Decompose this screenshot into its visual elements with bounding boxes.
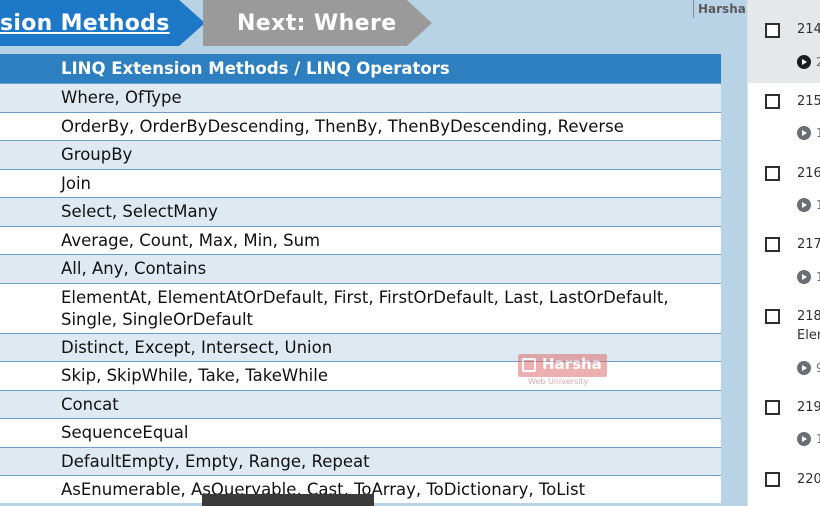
table-row: Concat xyxy=(0,389,721,418)
table-cell: All, Any, Contains xyxy=(61,259,207,279)
lecture-duration: 1 xyxy=(816,432,820,446)
table-cell: DefaultEmpty, Empty, Range, Repeat xyxy=(61,451,370,471)
next-section-chevron: Next: Where xyxy=(203,0,432,46)
play-icon xyxy=(797,432,811,446)
lecture-duration: 1 xyxy=(816,126,820,140)
lecture-title: 220 xyxy=(797,472,820,487)
lecture-checkbox[interactable] xyxy=(765,472,780,487)
table-row: Select, SelectMany xyxy=(0,197,721,226)
lecture-item[interactable]: 216. 1 xyxy=(748,155,820,227)
table-row: Skip, SkipWhile, Take, TakeWhile xyxy=(0,361,721,390)
lecture-checkbox[interactable] xyxy=(765,94,780,109)
table-cell: OrderBy, OrderByDescending, ThenBy, Then… xyxy=(61,116,624,136)
lecture-checkbox[interactable] xyxy=(765,166,780,181)
lecture-duration: 1 xyxy=(816,270,820,284)
table-cell: Distinct, Except, Intersect, Union xyxy=(61,337,333,357)
lecture-title: 219. xyxy=(797,400,820,415)
current-section-label: sion Methods xyxy=(0,10,170,36)
lecture-checkbox[interactable] xyxy=(765,237,780,252)
lecture-item[interactable]: 218. Elen 9 xyxy=(748,299,820,389)
lecture-checkbox[interactable] xyxy=(765,400,780,415)
watermark-name: Harsha xyxy=(542,355,602,373)
watermark-badge: Harsha xyxy=(518,354,607,377)
play-icon xyxy=(797,361,811,375)
table-header-label: LINQ Extension Methods / LINQ Operators xyxy=(61,59,450,78)
lecture-duration: 2 xyxy=(816,55,820,69)
table-cell: GroupBy xyxy=(61,145,133,165)
lecture-item[interactable]: 217. 1 xyxy=(748,227,820,299)
table-cell: Select, SelectMany xyxy=(61,202,218,222)
watermark-subtitle: Web University xyxy=(528,377,589,386)
brand-mark-icon xyxy=(522,358,536,372)
table-cell: Concat xyxy=(61,394,119,414)
table-row: All, Any, Contains xyxy=(0,254,721,283)
lecture-item[interactable]: 219. 1 xyxy=(748,389,820,461)
table-row: ElementAt, ElementAtOrDefault, First, Fi… xyxy=(0,282,721,333)
lecture-title: 217. xyxy=(797,237,820,252)
lecture-item[interactable]: 220 xyxy=(748,461,820,506)
play-icon xyxy=(797,198,811,212)
table-cell: Skip, SkipWhile, Take, TakeWhile xyxy=(61,366,328,386)
table-row: Where, OfType xyxy=(0,83,721,112)
lecture-duration: 9 xyxy=(816,361,820,375)
table-row: Join xyxy=(0,168,721,197)
table-cell: Average, Count, Max, Min, Sum xyxy=(61,230,321,250)
video-caption-bar xyxy=(202,494,374,506)
video-slide: sion Methods Next: Where Harsha LINQ Ext… xyxy=(0,0,747,506)
play-icon xyxy=(797,270,811,284)
lecture-checkbox[interactable] xyxy=(765,23,780,38)
table-cell: SequenceEqual xyxy=(61,423,189,443)
lecture-title: 218. xyxy=(797,309,820,324)
linq-operators-table: LINQ Extension Methods / LINQ Operators … xyxy=(0,54,721,503)
brand-label: Harsha xyxy=(693,0,746,18)
lecture-title: 215. xyxy=(797,94,820,109)
lecture-title-continued: Elen xyxy=(797,328,820,343)
lecture-item[interactable]: 214. 2 xyxy=(748,0,820,83)
lecture-checkbox[interactable] xyxy=(765,309,780,324)
lecture-item[interactable]: 215. 1 xyxy=(748,83,820,155)
course-content-sidebar: 214. 2 215. 1 216. 1 217. 1 218. Elen 9 … xyxy=(747,0,820,506)
table-cell: Where, OfType xyxy=(61,88,182,108)
play-icon xyxy=(797,55,811,69)
table-row: DefaultEmpty, Empty, Range, Repeat xyxy=(0,446,721,475)
lecture-duration: 1 xyxy=(816,198,820,212)
watermark-logo: Harsha Web University xyxy=(518,354,608,386)
table-row: Distinct, Except, Intersect, Union xyxy=(0,332,721,361)
table-header: LINQ Extension Methods / LINQ Operators xyxy=(0,54,721,83)
play-icon xyxy=(797,126,811,140)
table-cell: ElementAt, ElementAtOrDefault, First, Fi… xyxy=(61,287,669,329)
next-section-label: Next: Where xyxy=(237,10,397,36)
current-section-chevron: sion Methods xyxy=(0,0,205,46)
table-row: Average, Count, Max, Min, Sum xyxy=(0,225,721,254)
lecture-title: 214. xyxy=(797,22,820,37)
lecture-title: 216. xyxy=(797,166,820,181)
table-row: GroupBy xyxy=(0,140,721,169)
table-cell: Join xyxy=(61,173,92,193)
table-row: SequenceEqual xyxy=(0,418,721,447)
table-row: OrderBy, OrderByDescending, ThenBy, Then… xyxy=(0,111,721,140)
